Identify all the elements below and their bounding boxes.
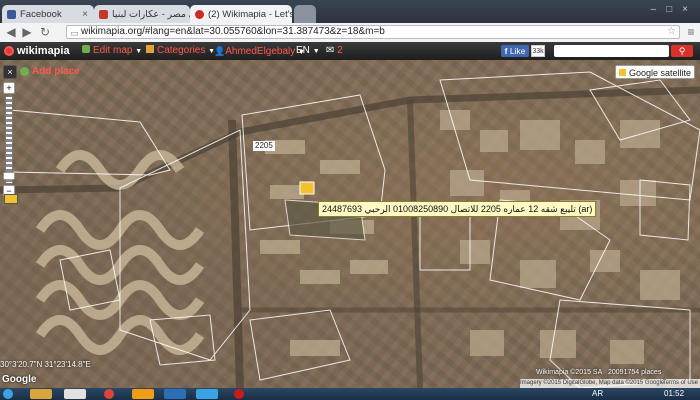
search-input[interactable] <box>554 45 669 57</box>
zoom-in-button[interactable]: + <box>3 82 15 94</box>
chevron-down-icon: ▼ <box>312 48 320 55</box>
tab-facebook[interactable]: Facebook × <box>2 5 94 23</box>
language-label: EN <box>296 45 310 56</box>
edit-map-menu[interactable]: Edit map ▼ <box>82 42 142 60</box>
page-icon: ▭ <box>70 28 79 38</box>
chevron-down-icon: ▼ <box>135 48 143 55</box>
wikimapia-favicon-icon <box>195 9 204 19</box>
url-input[interactable]: ▭ wikimapia.org/#lang=en&lat=30.055760&l… <box>66 25 680 39</box>
wikimapia-logo[interactable]: wikimapia <box>4 42 70 60</box>
language-menu[interactable]: EN ▼ <box>296 42 320 60</box>
terms-link[interactable]: Terms of Use <box>663 379 698 388</box>
categories-icon <box>146 45 154 53</box>
tab-label: (2) Wikimapia - Let's desc <box>208 8 292 20</box>
categories-menu[interactable]: Categories ▼ <box>146 42 215 60</box>
zoom-slider[interactable] <box>5 96 13 184</box>
satellite-icon <box>619 69 626 76</box>
site-icon <box>99 9 108 19</box>
window-controls[interactable]: –□× <box>620 4 698 18</box>
messages-button[interactable]: ✉ 2 <box>326 42 343 60</box>
building-number-label: 2205 <box>253 141 275 151</box>
close-panel-button[interactable]: × <box>3 65 17 79</box>
clock[interactable]: 01:52 <box>664 388 684 400</box>
google-logo: Google <box>2 374 37 385</box>
layers-icon[interactable] <box>4 194 18 204</box>
envelope-icon: ✉ <box>326 45 335 56</box>
facebook-like-button[interactable]: f Like <box>501 45 529 57</box>
tab-label: وظائف في مصر - عكارات لبنيا <box>112 8 190 20</box>
close-icon: × <box>7 67 13 77</box>
facebook-icon <box>7 9 16 19</box>
like-count: 33k <box>531 45 545 57</box>
zoom-slider-handle[interactable] <box>3 172 15 180</box>
map-canvas[interactable]: × Add place + − Google satellite 2205 24… <box>0 60 700 388</box>
facebook-icon: f <box>504 46 508 56</box>
tab-jobs[interactable]: وظائف في مصر - عكارات لبنيا × <box>94 5 190 23</box>
search-icon: ⚲ <box>678 46 686 56</box>
logo-text: wikimapia <box>17 45 70 57</box>
wikimapia-toolbar: wikimapia Edit map ▼ Categories ▼ 👤Ahmed… <box>0 42 700 60</box>
address-bar-row: ◀ ▶ ↻ ▭ wikimapia.org/#lang=en&lat=30.05… <box>0 23 700 43</box>
place-tooltip[interactable]: 24487693 تليبع شقه 12 عماره 2205 للاتصال… <box>318 201 597 217</box>
close-icon[interactable]: × <box>82 9 88 20</box>
star-icon[interactable]: ☆ <box>667 26 676 38</box>
add-place-button[interactable]: Add place <box>20 65 80 78</box>
imagery-copyright: Imagery ©2015 DigitalGlobe, Map data ©20… <box>520 380 665 386</box>
start-button[interactable] <box>3 389 13 399</box>
menu-icon[interactable]: ≡ <box>684 25 698 39</box>
places-count: 20091754 places <box>608 369 662 376</box>
user-menu[interactable]: 👤AhmedElgebaly ▼ <box>214 42 305 60</box>
reload-icon[interactable]: ↻ <box>38 25 52 39</box>
forward-icon[interactable]: ▶ <box>20 25 34 39</box>
categories-label: Categories <box>157 45 206 56</box>
add-place-icon <box>20 66 29 76</box>
chrome-icon[interactable] <box>104 389 114 399</box>
plus-icon: + <box>6 83 12 93</box>
opera-icon[interactable] <box>234 389 244 399</box>
wikimapia-logo-icon <box>4 46 14 56</box>
google-satellite-button[interactable]: Google satellite <box>615 65 695 79</box>
media-player-icon[interactable] <box>64 389 86 399</box>
map-attribution: Imagery ©2015 DigitalGlobe, Map data ©20… <box>520 379 700 388</box>
apps-icon[interactable] <box>164 389 186 399</box>
messages-count: 2 <box>337 45 343 56</box>
coordinates-readout: 30°3'20.7"N 31°23'14.8"E <box>0 360 91 369</box>
language-indicator[interactable]: AR <box>592 388 603 400</box>
edit-map-label: Edit map <box>93 45 133 56</box>
user-name: AhmedElgebaly <box>225 46 296 57</box>
user-icon: 👤 <box>214 46 226 56</box>
layer-label: Google satellite <box>629 68 692 78</box>
like-label: Like <box>509 46 526 56</box>
tab-wikimapia[interactable]: (2) Wikimapia - Let's desc × <box>190 5 292 23</box>
search-button[interactable]: ⚲ <box>671 45 693 57</box>
hao-icon[interactable] <box>196 389 218 399</box>
back-icon[interactable]: ◀ <box>4 25 18 39</box>
tab-label: Facebook <box>20 8 62 20</box>
vlc-icon[interactable] <box>132 389 154 399</box>
taskbar: AR 01:52 <box>0 388 700 400</box>
add-place-label: Add place <box>32 66 80 77</box>
wikimapia-copyright: Wikimapia ©2015 SA <box>536 369 603 376</box>
map-overlay-polygons <box>0 71 700 388</box>
folder-icon[interactable] <box>30 389 52 399</box>
browser-tab-bar: Facebook × وظائف في مصر - عكارات لبنيا ×… <box>0 0 700 23</box>
new-tab-button[interactable] <box>294 5 316 23</box>
url-text: wikimapia.org/#lang=en&lat=30.055760&lon… <box>81 26 385 37</box>
edit-map-icon <box>82 45 90 53</box>
